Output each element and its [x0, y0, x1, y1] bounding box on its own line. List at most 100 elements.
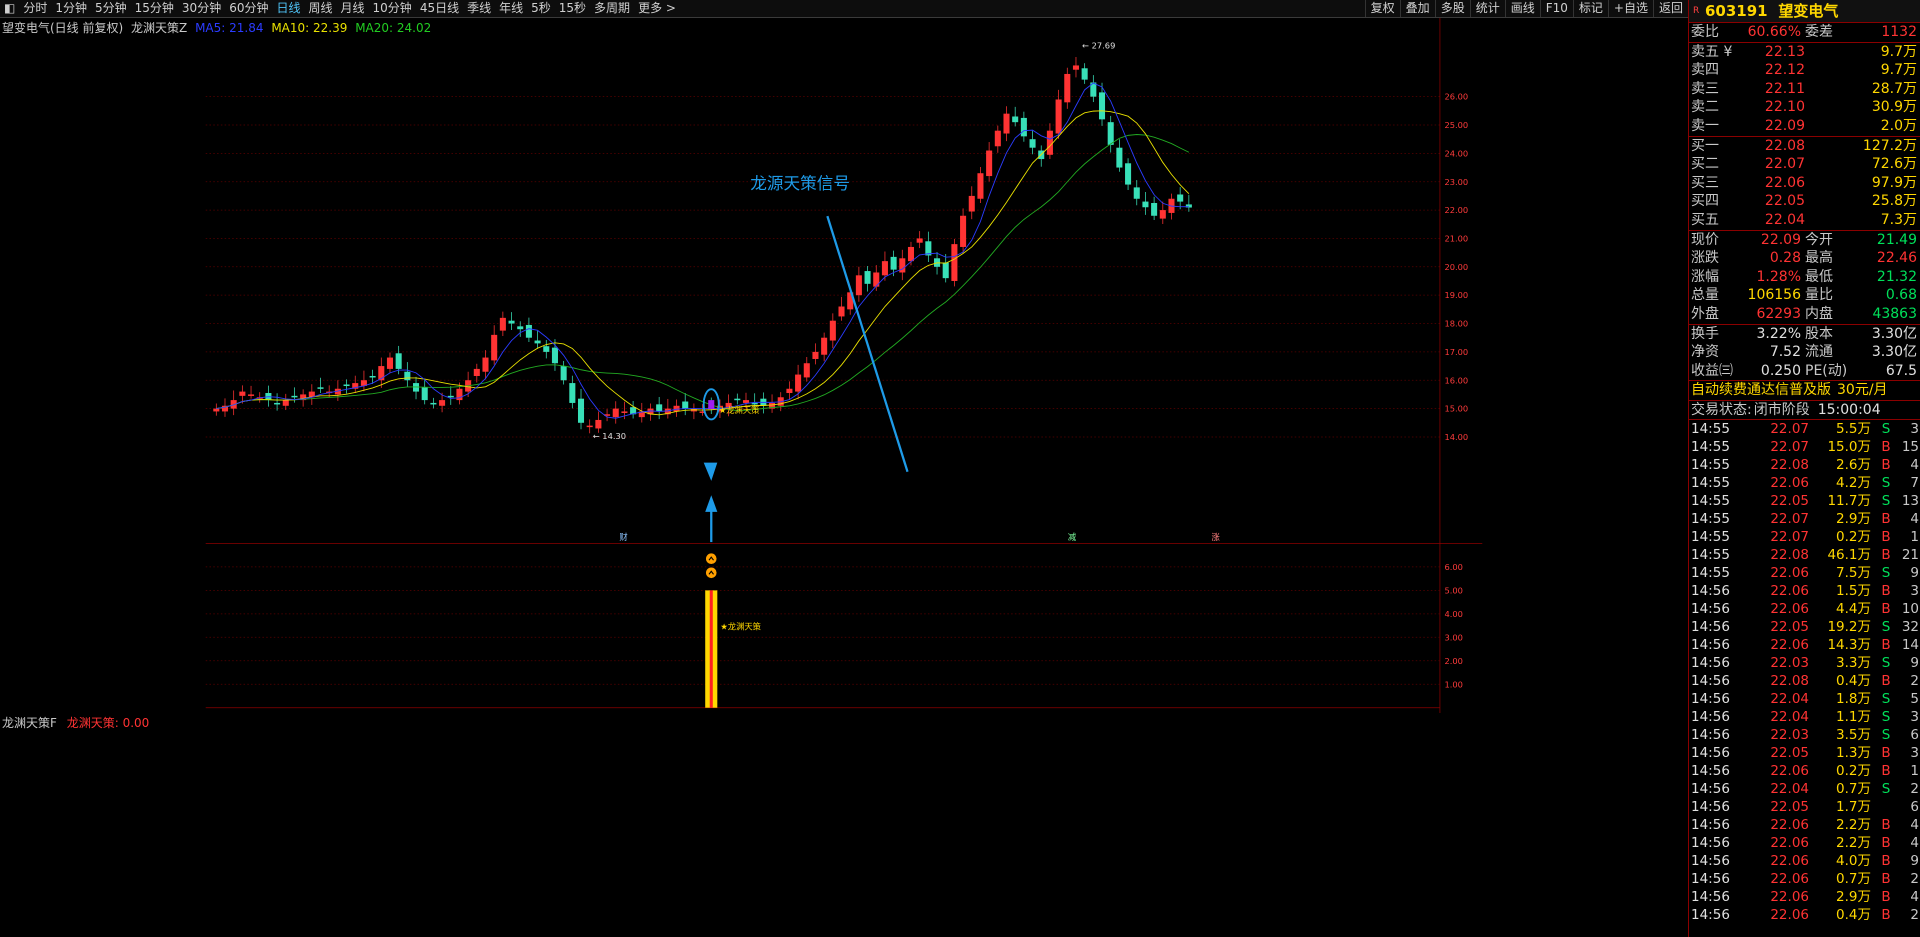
candle-body — [890, 256, 897, 270]
tick-volume: 11.7万 — [1827, 493, 1871, 510]
kline-chart[interactable]: 26.00 25.00 24.00 23.00 22.00 21.00 20.00 19.00… — [0, 18, 1688, 713]
level-volume: 127.2万 — [1862, 137, 1917, 154]
tick-count: 4 — [1910, 817, 1919, 834]
tick-side: B — [1881, 547, 1891, 564]
tick-count: 13 — [1901, 493, 1919, 510]
tick-side: S — [1881, 421, 1891, 438]
tool-button[interactable]: 复权 — [1364, 0, 1400, 17]
level-price: 22.07 — [1764, 156, 1805, 173]
ask-row[interactable]: 卖一 22.09 2.0万 — [1689, 117, 1920, 136]
tick-count: 21 — [1901, 547, 1919, 564]
ask-row[interactable]: 卖三 22.11 28.7万 — [1689, 80, 1920, 99]
ask-row[interactable]: 卖二 22.10 30.9万 — [1689, 98, 1920, 117]
tool-button[interactable]: 多股 — [1434, 0, 1470, 17]
sub-y-tick-label: 2.00 — [1444, 656, 1462, 666]
candle-body — [734, 398, 741, 401]
ad-banner[interactable]: 自动续费通达信普及版 30元/月 — [1689, 381, 1920, 401]
period-tab[interactable]: 15分钟 — [131, 0, 178, 17]
tick-price: 22.08 — [1770, 547, 1809, 564]
tick-count: 14 — [1901, 637, 1919, 654]
ad-price: 30元/月 — [1837, 382, 1888, 399]
candle-body — [786, 388, 793, 394]
tick-volume: 2.2万 — [1836, 835, 1871, 852]
level-price: 22.05 — [1764, 193, 1805, 210]
tool-button[interactable]: 返回 — [1652, 0, 1688, 17]
period-tab[interactable]: 5秒 — [527, 0, 555, 17]
tick-row: 14:55 22.08 2.6万 B 4 — [1689, 456, 1920, 474]
tick-side: B — [1881, 907, 1891, 924]
y-tick-label: 23.00 — [1444, 177, 1468, 187]
signal-bar-core — [709, 590, 713, 708]
period-tab[interactable]: 更多 > — [634, 0, 680, 17]
tick-volume: 7.5万 — [1836, 565, 1871, 582]
stat-label: 最低 — [1805, 268, 1833, 285]
tick-side: B — [1881, 439, 1891, 456]
tool-button[interactable]: 标记 — [1572, 0, 1608, 17]
bid-row[interactable]: 买三 22.06 97.9万 — [1689, 174, 1920, 193]
bid-row[interactable]: 买四 22.05 25.8万 — [1689, 192, 1920, 211]
sub-y-tick-label: 5.00 — [1444, 585, 1462, 595]
candle-body — [499, 317, 506, 331]
share-label: 收益㈢ — [1691, 362, 1733, 379]
ask-row[interactable]: 卖五 ¥ 22.13 9.7万 — [1689, 43, 1920, 62]
period-tab[interactable]: 10分钟 — [369, 0, 416, 17]
level-label: 卖五 ¥ — [1691, 43, 1733, 60]
period-tab[interactable]: 60分钟 — [225, 0, 272, 17]
level-price: 22.04 — [1764, 211, 1805, 228]
stat-row: 总量 106156 量比 0.68 — [1689, 286, 1920, 305]
bid-row[interactable]: 买二 22.07 72.6万 — [1689, 155, 1920, 174]
period-tab[interactable]: 1分钟 — [51, 0, 91, 17]
tick-volume: 15.0万 — [1827, 439, 1871, 456]
candle-body — [621, 411, 628, 413]
tick-list[interactable]: 14:55 22.07 5.5万 S 3 14:55 22.07 15.0万 B 15 14:55 2… — [1689, 420, 1920, 924]
period-tab[interactable]: 周线 — [305, 0, 337, 17]
tick-price: 22.03 — [1770, 727, 1809, 744]
ask-row[interactable]: 卖四 22.12 9.7万 — [1689, 61, 1920, 80]
tick-price: 22.05 — [1770, 493, 1809, 510]
period-tab[interactable]: 15秒 — [555, 0, 590, 17]
candle-body — [1116, 147, 1123, 168]
level-volume: 28.7万 — [1871, 80, 1917, 97]
ma5-line — [216, 82, 1189, 419]
share-value: 7.52 — [1769, 344, 1801, 361]
level-volume: 2.0万 — [1880, 117, 1917, 134]
period-tab[interactable]: 5分钟 — [91, 0, 131, 17]
stat-value: 0.28 — [1769, 250, 1801, 267]
ask-book: 卖五 ¥22.13 9.7万 卖四 22.12 9.7万 卖三 22.11 28.7万 卖二 22… — [1689, 43, 1920, 137]
period-tab[interactable]: 年线 — [495, 0, 527, 17]
period-tab[interactable]: 45日线 — [416, 0, 463, 17]
level-price: 22.13 — [1764, 43, 1805, 60]
tool-button[interactable]: +自选 — [1607, 0, 1653, 17]
tick-price: 22.06 — [1770, 583, 1809, 600]
period-tab[interactable]: 30分钟 — [178, 0, 225, 17]
period-tab[interactable]: 日线 — [272, 0, 304, 17]
tick-count: 6 — [1910, 799, 1919, 816]
tick-volume: 0.7万 — [1836, 871, 1871, 888]
period-tab[interactable]: 月线 — [337, 0, 369, 17]
period-tab[interactable]: 分时 — [19, 0, 51, 17]
ad-text: 自动续费通达信普及版 — [1691, 382, 1831, 399]
tick-row: 14:56 22.04 0.7万 S 2 — [1689, 780, 1920, 798]
tool-button[interactable]: 统计 — [1469, 0, 1505, 17]
stat-row: 涨跌 0.28 最高 22.46 — [1689, 249, 1920, 268]
tick-count: 3 — [1910, 421, 1919, 438]
tool-button[interactable]: 叠加 — [1399, 0, 1435, 17]
period-tab[interactable]: 季线 — [463, 0, 495, 17]
candle-body — [282, 400, 289, 406]
tick-volume: 1.5万 — [1836, 583, 1871, 600]
tick-time: 14:55 — [1691, 457, 1730, 474]
candle-body — [395, 353, 402, 369]
tool-button[interactable]: 画线 — [1504, 0, 1540, 17]
tick-time: 14:55 — [1691, 529, 1730, 546]
period-tab[interactable]: 多周期 — [590, 0, 634, 17]
candle-body — [577, 398, 585, 423]
status-label: 交易状态: — [1691, 401, 1752, 418]
panel-toggle-icon[interactable]: ◧ — [0, 0, 19, 17]
bid-row[interactable]: 买一 22.08 127.2万 — [1689, 137, 1920, 156]
level-volume: 72.6万 — [1871, 156, 1917, 173]
tool-button[interactable]: F10 — [1539, 0, 1573, 17]
bid-row[interactable]: 买五 22.04 7.3万 — [1689, 211, 1920, 230]
tick-volume: 1.7万 — [1836, 799, 1871, 816]
stat-label: 涨幅 — [1691, 268, 1719, 285]
tick-side: B — [1881, 583, 1891, 600]
